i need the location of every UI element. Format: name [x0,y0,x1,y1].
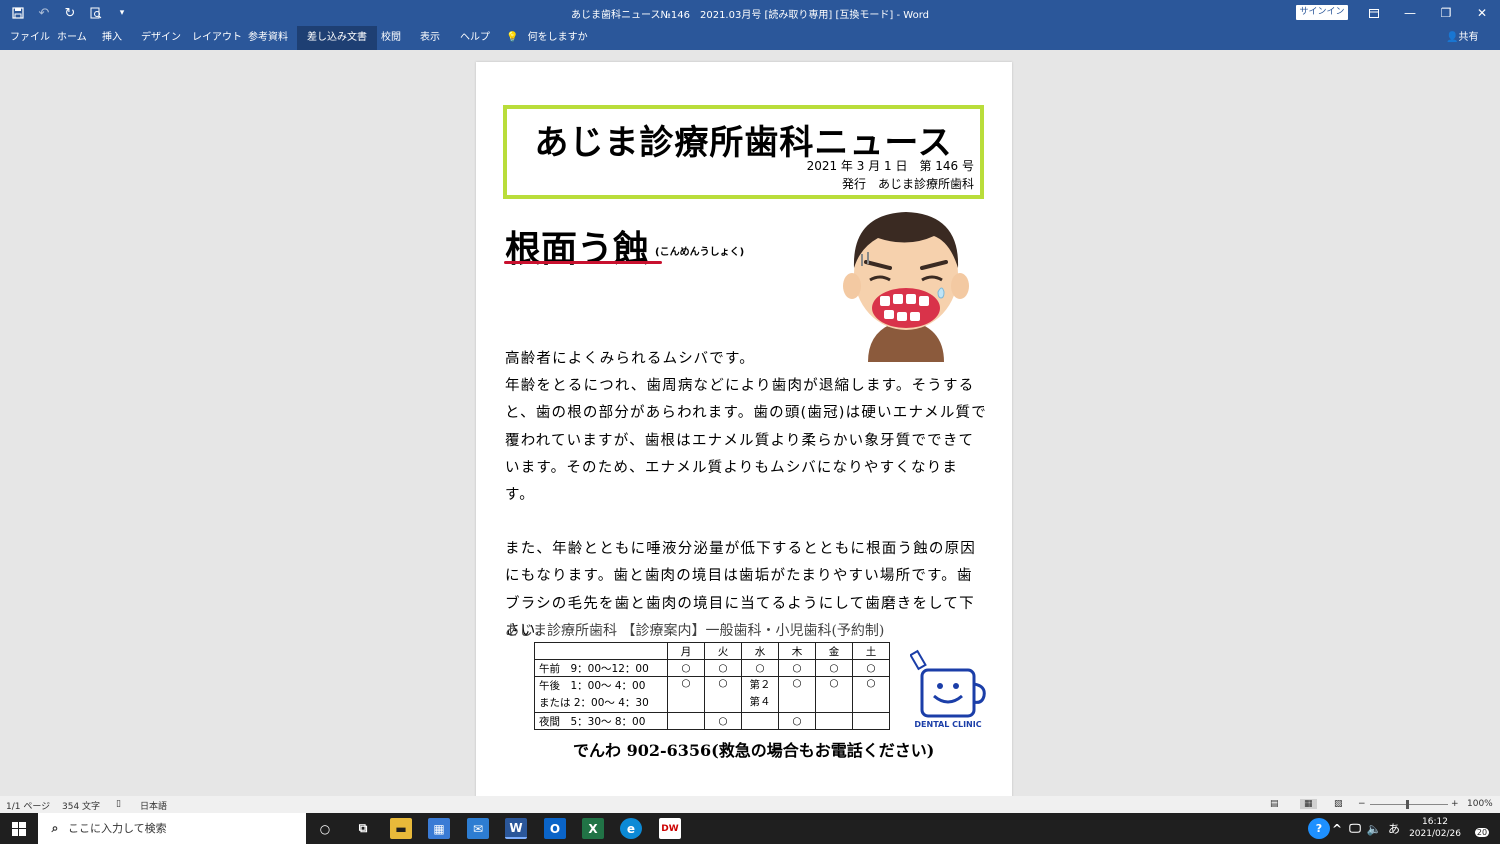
outlook-icon[interactable]: O [544,818,566,839]
word-icon[interactable]: W [505,818,527,839]
windows-start-icon[interactable] [8,818,30,839]
heading-reading: (こんめんうしょく) [655,247,745,258]
restore-icon[interactable]: ❐ [1428,0,1464,26]
table-row: 夜間 5：30〜 8：00 ○ ○ [534,712,890,730]
store-icon[interactable]: ▦ [428,818,450,839]
cortana-icon[interactable]: ○ [314,818,336,839]
file-explorer-icon[interactable]: ▬ [390,818,412,839]
table-row: 午後 1：00〜 4：00 または 2：00〜 4：30 ○ ○ 第２ 第４ ○… [534,676,890,713]
chevron-up-icon[interactable]: ^ [1330,818,1344,839]
table-row: 月 火 水 木 金 土 [534,642,890,660]
tab-review[interactable]: 校閲 [371,26,411,50]
network-icon[interactable]: 🖵 [1346,818,1364,839]
clock[interactable]: 16:12 2021/02/26 [1406,816,1464,840]
share-button[interactable]: 👤共有 [1446,26,1478,50]
person-icon: 👤 [1446,32,1459,43]
minimize-icon[interactable]: — [1392,0,1428,26]
taskbar-search-input[interactable]: ここに入力して検索 [38,813,306,844]
article-body: 高齢者によくみられるムシバです。 年齢をとるにつれ、歯周病などにより歯肉が退縮し… [505,346,987,645]
excel-icon[interactable]: X [582,818,604,839]
read-mode-icon[interactable]: ▤ [1270,799,1279,809]
toothache-man-illustration [843,212,969,362]
zoom-out-icon[interactable]: − [1358,799,1366,809]
tab-help[interactable]: ヘルプ [450,26,500,50]
tab-insert[interactable]: 挿入 [92,26,132,50]
tell-me-search[interactable]: 💡 何をしますか [496,26,598,50]
zoom-slider[interactable] [1370,804,1448,805]
proofing-icon[interactable]: ▯ [116,799,121,809]
task-view-icon[interactable]: ⧉ [352,818,374,839]
article-heading: 根面う蝕 [505,229,650,270]
ime-indicator[interactable]: あ [1384,818,1404,839]
word-count[interactable]: 354 文字 [62,799,100,812]
notification-icon[interactable]: 20 [1466,818,1490,839]
ribbon-display-options-icon[interactable] [1356,0,1392,26]
page-count[interactable]: 1/1 ページ [6,799,50,812]
heading-underline [504,261,662,264]
print-layout-icon[interactable]: ▦ [1300,799,1317,809]
paragraph-2: 年齢をとるにつれ、歯周病などにより歯肉が退縮します。そうすると、歯の根の部分があ… [505,378,987,504]
masthead-box: あじま診療所歯科ニュース 2021 年 3 月 1 日 第 146 号 発行 あ… [503,105,984,199]
search-icon: ⌕ [51,821,59,835]
issue-date: 2021 年 3 月 1 日 第 146 号 [806,159,974,173]
notification-count: 20 [1474,828,1490,837]
phone-number: でんわ 902-6356(救急の場合もお電話ください) [573,741,935,760]
edge-icon[interactable]: e [620,818,642,839]
table-row: 午前 9：00〜12：00 ○ ○ ○ ○ ○ ○ [534,659,890,677]
paragraph-1: 高齢者によくみられるムシバです。 [505,351,755,367]
tab-references[interactable]: 参考資料 [238,26,298,50]
taskbar: ここに入力して検索 ⌕ ○ ⧉ ▬ ▦ ✉ W O X e DW ? ^ 🖵 🔈… [0,813,1500,844]
clinic-hours-title: あじま診療所歯科 【診療案内】一般歯科・小児歯科(予約制) [505,623,885,639]
dental-clinic-logo: DENTAL CLINIC [910,649,986,729]
signin-button[interactable]: サインイン [1296,5,1348,20]
lightbulb-icon: 💡 [506,32,519,43]
close-icon[interactable]: ✕ [1464,0,1500,26]
document-page[interactable]: あじま診療所歯科ニュース 2021 年 3 月 1 日 第 146 号 発行 あ… [476,62,1012,802]
zoom-level[interactable]: 100% [1467,799,1493,809]
web-layout-icon[interactable]: ▧ [1334,799,1343,809]
status-bar: 1/1 ページ 354 文字 ▯ 日本語 ▤ ▦ ▧ − + 100% [0,796,1500,813]
volume-icon[interactable]: 🔈 [1366,818,1382,839]
zoom-slider-thumb[interactable] [1406,800,1409,809]
zoom-in-icon[interactable]: + [1451,799,1459,809]
tab-view[interactable]: 表示 [410,26,450,50]
mail-icon[interactable]: ✉ [467,818,489,839]
ribbon-tabs: ファイル ホーム 挿入 デザイン レイアウト 参考資料 差し込み文書 校閲 表示… [0,26,1500,50]
tab-home[interactable]: ホーム [47,26,97,50]
publisher: 発行 あじま診療所歯科 [841,177,974,191]
title-bar: ↶ ↻ ▾ あじま歯科ニュース№146 2021.03月号 [読み取り専用] [… [0,0,1500,26]
schedule-table: 月 火 水 木 金 土 午前 9：00〜12：00 ○ ○ ○ ○ ○ ○ 午後… [534,642,890,730]
window-title: あじま歯科ニュース№146 2021.03月号 [読み取り専用] [互換モード]… [571,10,929,21]
language[interactable]: 日本語 [140,799,167,812]
tab-mailings[interactable]: 差し込み文書 [297,26,377,50]
logo-text: DENTAL CLINIC [914,720,981,729]
help-icon[interactable]: ? [1308,818,1330,839]
app-icon[interactable]: DW [659,818,681,839]
